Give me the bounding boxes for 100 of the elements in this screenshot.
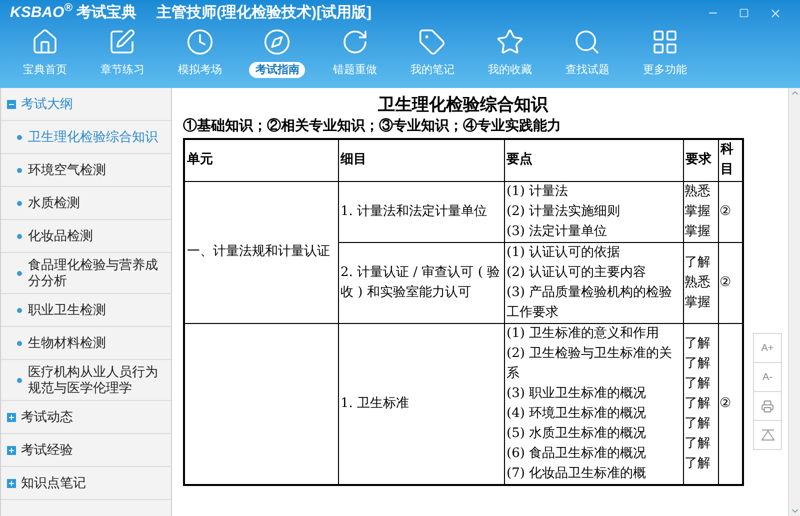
item-label: 职业卫生检测 [28,302,106,318]
outline-item[interactable]: 食品理化检验与营养成分分析 [1,253,171,294]
group-label: 考试动态 [21,408,73,426]
outline-group[interactable]: 考试动态 [1,401,171,434]
item-label: 医疗机构从业人员行为规范与医学伦理学 [28,364,159,396]
pen-square-icon[interactable] [108,28,136,56]
table-cell: 一、计量法规和计量认证 [187,244,330,259]
table-cell: 1. 卫生标准 [340,396,410,410]
nav-tab[interactable]: 我的收藏 [482,62,538,78]
item-label: 化妆品检测 [28,228,93,244]
table-cell-text: (3) 法定计量单位 [506,222,608,240]
nav-tab[interactable]: 章节练习 [94,62,150,78]
table-cell-text: (3) 产品质量检验机构的检验工作要求 [506,284,674,322]
bullet-icon [17,168,22,172]
expand-icon[interactable] [7,446,16,454]
bullet-icon [17,340,22,346]
table-cell-text: (2) 计量法实施细则 [506,202,622,220]
outline-item[interactable]: 职业卫生检测 [1,294,171,327]
nav-tab[interactable]: 宝典首页 [16,62,73,78]
table-cell: 2. 计量认证 / 审查认可 ( 验收 ) 和实验室能力认可 [340,264,500,300]
app-brand: 考试宝典 [76,2,136,23]
item-label: 食品理化检验与营养成分分析 [28,257,159,289]
outline-item[interactable]: 卫生理化检验综合知识 [1,121,171,154]
table-cell-text: 了解 [684,254,712,272]
table-cell-text: (7) 化妆品卫生标准的概 [506,464,648,482]
bullet-icon [17,234,22,238]
table-cell-text: 了解 [684,454,712,472]
group-label: 考试经验 [21,441,73,460]
table-cell-text: (6) 食品卫生标准的概况 [506,444,648,462]
outline-group[interactable]: 考试大纲 [1,88,171,121]
bullet-icon [17,378,22,382]
table-cell-text: 掌握 [684,202,712,220]
item-label: 卫生理化检验综合知识 [28,129,158,145]
group-label: 知识点笔记 [21,474,86,492]
bullet-icon [17,308,22,312]
table-cell-text: 了解 [684,394,712,412]
scrollbar[interactable] [788,88,800,516]
expand-icon[interactable] [7,412,16,422]
nav-tab[interactable]: 我的笔记 [404,62,460,78]
home-icon[interactable] [30,28,59,56]
expand-icon[interactable] [7,478,16,488]
app-logo: KSBAO$^{®}$ [10,2,72,23]
column-header: 细目 [338,139,504,181]
item-label: 生物材料检测 [28,335,106,351]
outline-item[interactable]: 生物材料检测 [1,327,171,360]
nav-tab[interactable]: 查找试题 [559,62,616,78]
table-cell: ② [720,396,732,410]
clock-icon[interactable] [186,28,214,56]
document-subtitle: ①基础知识；②相关专业知识；③专业知识；④专业实践能力 [183,116,562,136]
printer-icon [761,400,774,412]
table-cell-text: 了解 [684,414,712,432]
table-cell-text: (3) 职业卫生标准的概况 [506,384,648,402]
table-cell-text: (1) 认证认可的依据 [506,244,622,262]
grid-icon[interactable] [650,28,679,56]
item-label: 环境空气检测 [28,162,106,178]
maximize-icon[interactable] [739,8,749,18]
table-cell-text: 了解 [684,334,712,352]
font-increase-button[interactable]: A+ [754,334,781,363]
outline-item[interactable]: 化妆品检测 [1,220,171,253]
column-header: 要求 [683,139,718,181]
outline-group[interactable]: 考试经验 [1,434,171,467]
nav-tab[interactable]: 模拟考场 [172,62,228,78]
close-icon[interactable] [769,6,782,20]
table-cell-text: 了解 [684,434,712,452]
star-icon[interactable] [496,28,524,56]
table-cell-text: (2) 卫生检验与卫生标准的关系 [506,344,674,382]
table-cell-text: 熟悉 [684,182,712,200]
table-cell-text: (1) 计量法 [506,182,570,200]
bullet-icon [17,134,22,140]
font-decrease-button[interactable]: A- [754,363,781,392]
nav-tab[interactable]: 考试指南 [249,62,306,78]
table-cell-text: (1) 卫生标准的意义和作用 [506,324,660,342]
table-cell-text: (2) 认证认可的主要内容 [506,264,648,282]
document-title: 卫生理化检验综合知识 [377,94,550,116]
table-cell-text: 掌握 [684,294,712,312]
column-header: 科目 [718,139,743,181]
group-label: 考试大纲 [21,95,73,114]
outline-item[interactable]: 医疗机构从业人员行为规范与医学伦理学 [1,360,171,401]
table-cell: 1. 计量法和法定计量单位 [340,204,488,218]
nav-tab[interactable]: 错题重做 [326,62,383,78]
table-cell-text: 熟悉 [684,274,712,292]
table-cell-text: 了解 [684,354,712,372]
top-arrow-icon [760,429,774,441]
outline-item[interactable]: 水质检测 [1,187,171,220]
item-label: 水质检测 [28,195,80,211]
table-cell-text: 掌握 [684,222,712,240]
nav-tab[interactable]: 更多功能 [636,62,693,78]
table-cell-text: (4) 环境卫生标准的概况 [506,404,648,422]
refresh-icon[interactable] [340,28,369,56]
bullet-icon [17,200,22,206]
search-icon[interactable] [573,28,602,56]
column-header: 要点 [504,139,683,181]
window-title: 主管技师(理化检验技术)[试用版] [156,2,372,23]
table-cell: ② [720,204,732,218]
tag-icon[interactable] [418,28,446,56]
collapse-icon[interactable] [7,100,16,108]
outline-item[interactable]: 环境空气检测 [1,154,171,187]
table-cell-text: (5) 水质卫生标准的概况 [506,424,648,442]
outline-group[interactable]: 知识点笔记 [1,467,171,500]
compass-icon[interactable] [263,28,292,56]
